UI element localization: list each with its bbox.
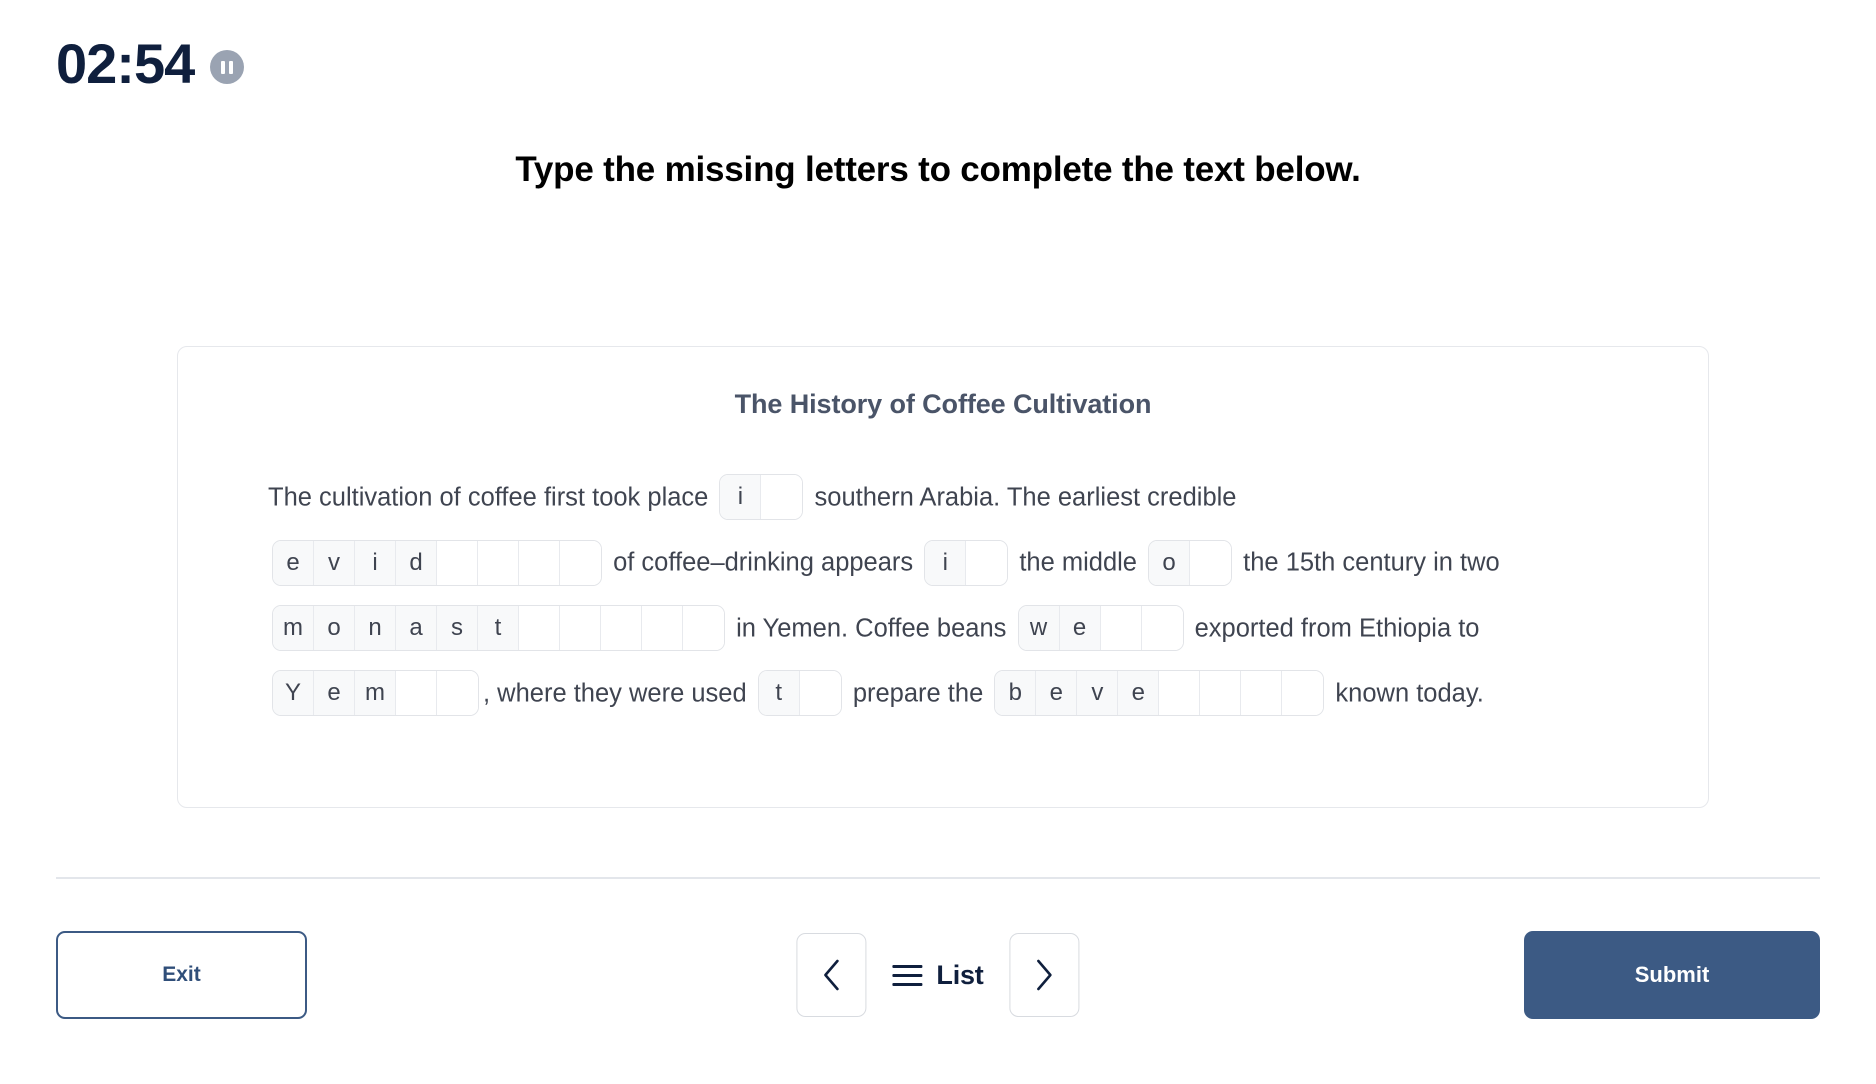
letter-cell-empty[interactable] — [437, 671, 478, 716]
next-button[interactable] — [1009, 933, 1080, 1017]
letter-cell-filled[interactable]: d — [396, 540, 437, 585]
exercise-card: The History of Coffee Cultivation The cu… — [177, 346, 1709, 808]
letter-cell-empty[interactable] — [560, 605, 601, 650]
letter-input-group[interactable]: o — [1148, 539, 1233, 586]
passage-text: the 15th century in two — [1236, 548, 1500, 577]
letter-input-group[interactable]: monast — [272, 604, 725, 651]
letter-cell-empty[interactable] — [1100, 605, 1142, 650]
passage-title: The History of Coffee Cultivation — [734, 389, 1152, 419]
cloze-line: Yem, where they were used t prepare the … — [268, 660, 1652, 725]
letter-cell-filled[interactable]: Y — [273, 671, 314, 716]
letter-cell-empty[interactable] — [683, 605, 724, 650]
letter-input-group[interactable]: i — [719, 474, 804, 521]
letter-cell-filled[interactable]: m — [273, 605, 314, 650]
letter-input-group[interactable]: t — [757, 670, 842, 717]
letter-cell-empty[interactable] — [761, 475, 803, 520]
letter-input-group[interactable]: Yem — [272, 670, 479, 717]
submit-button[interactable]: Submit — [1524, 931, 1820, 1019]
letter-input-group[interactable]: beve — [994, 670, 1325, 717]
timer-bar: 02:54 — [56, 32, 245, 95]
chevron-right-icon — [1034, 958, 1056, 992]
cloze-passage: The cultivation of coffee first took pla… — [224, 464, 1662, 725]
passage-text: The cultivation of coffee first took pla… — [268, 483, 716, 512]
hamburger-icon — [892, 964, 923, 986]
letter-cell-empty[interactable] — [799, 671, 841, 716]
passage-text: in Yemen. Coffee beans — [729, 613, 1014, 642]
letter-cell-filled[interactable]: e — [1118, 671, 1160, 716]
letter-cell-empty[interactable] — [601, 605, 642, 650]
passage-text: of coffee–drinking appears — [606, 548, 921, 577]
exercise-page: 02:54 Type the missing letters to comple… — [0, 0, 1876, 1084]
letter-cell-empty[interactable] — [396, 671, 437, 716]
timer-value: 02:54 — [56, 32, 195, 95]
page-title: Type the missing letters to complete the… — [515, 150, 1361, 189]
letter-cell-empty[interactable] — [1159, 671, 1201, 716]
footer-divider — [56, 877, 1820, 879]
pause-bar-left — [221, 60, 226, 74]
footer-bar: Exit List Submit — [0, 931, 1876, 1025]
letter-input-group[interactable]: we — [1017, 604, 1184, 651]
letter-cell-empty[interactable] — [1241, 671, 1283, 716]
letter-cell-filled[interactable]: i — [925, 540, 967, 585]
letter-cell-filled[interactable]: i — [720, 475, 762, 520]
passage-text: the middle — [1012, 548, 1145, 577]
letter-cell-empty[interactable] — [1282, 671, 1324, 716]
pause-icon[interactable] — [210, 50, 245, 84]
previous-button[interactable] — [796, 933, 867, 1017]
list-button-label: List — [936, 959, 984, 990]
letter-cell-filled[interactable]: t — [478, 605, 519, 650]
letter-cell-filled[interactable]: t — [758, 671, 800, 716]
cloze-line: monast in Yemen. Coffee beans we exporte… — [268, 595, 1652, 660]
letter-cell-empty[interactable] — [642, 605, 683, 650]
letter-cell-empty[interactable] — [1190, 540, 1232, 585]
navigation-cluster: List — [796, 933, 1080, 1017]
exit-button[interactable]: Exit — [56, 931, 307, 1019]
passage-text: , where they were used — [483, 679, 754, 708]
letter-cell-empty[interactable] — [966, 540, 1008, 585]
letter-cell-filled[interactable]: s — [437, 605, 478, 650]
letter-cell-filled[interactable]: e — [1036, 671, 1078, 716]
letter-cell-empty[interactable] — [560, 540, 601, 585]
letter-cell-filled[interactable]: b — [995, 671, 1037, 716]
letter-cell-empty[interactable] — [478, 540, 519, 585]
cloze-line: evid of coffee–drinking appears i the mi… — [268, 529, 1652, 594]
letter-cell-filled[interactable]: e — [314, 671, 355, 716]
letter-cell-filled[interactable]: w — [1018, 605, 1060, 650]
pause-bar-right — [229, 60, 234, 74]
letter-cell-filled[interactable]: e — [1059, 605, 1101, 650]
letter-cell-empty[interactable] — [1200, 671, 1242, 716]
letter-cell-empty[interactable] — [1141, 605, 1183, 650]
letter-cell-filled[interactable]: i — [355, 540, 396, 585]
letter-cell-empty[interactable] — [519, 605, 560, 650]
letter-cell-filled[interactable]: a — [396, 605, 437, 650]
chevron-left-icon — [820, 958, 842, 992]
letter-cell-filled[interactable]: o — [314, 605, 355, 650]
letter-input-group[interactable]: i — [924, 539, 1009, 586]
letter-cell-filled[interactable]: m — [355, 671, 396, 716]
list-button[interactable]: List — [888, 960, 987, 991]
letter-cell-filled[interactable]: o — [1149, 540, 1191, 585]
letter-cell-filled[interactable]: e — [273, 540, 314, 585]
cloze-line: The cultivation of coffee first took pla… — [268, 464, 1652, 529]
passage-text: southern Arabia. The earliest credible — [807, 483, 1237, 512]
letter-cell-empty[interactable] — [437, 540, 478, 585]
letter-cell-filled[interactable]: v — [314, 540, 355, 585]
letter-cell-empty[interactable] — [519, 540, 560, 585]
letter-input-group[interactable]: evid — [272, 539, 602, 586]
passage-text: known today. — [1328, 679, 1484, 708]
letter-cell-filled[interactable]: v — [1077, 671, 1119, 716]
letter-cell-filled[interactable]: n — [355, 605, 396, 650]
passage-text: exported from Ethiopia to — [1187, 613, 1480, 642]
passage-text: prepare the — [845, 679, 991, 708]
